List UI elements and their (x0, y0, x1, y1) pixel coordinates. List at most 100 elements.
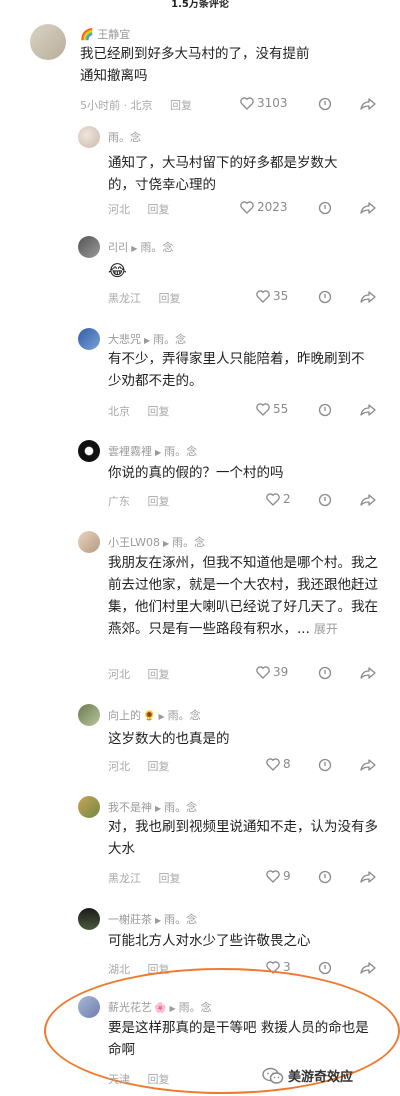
like-count: 8 (283, 757, 291, 771)
dislike-icon[interactable] (318, 870, 332, 884)
comment-text: 😂 (108, 261, 127, 280)
avatar[interactable] (78, 440, 100, 462)
heart-icon (266, 757, 280, 771)
avatar[interactable] (78, 126, 100, 148)
comment-author[interactable]: 我不是神 ▶ 雨。念 (108, 799, 197, 815)
reply-button[interactable]: 回复 (148, 203, 170, 216)
like-button[interactable]: 55 (256, 402, 288, 416)
heart-icon (240, 200, 254, 214)
comment-text: 对，我也刷到视频里说通知不走，认为没有多大水 (108, 819, 378, 857)
comment-author[interactable]: 一榭莊茶 ▶ 雨。念 (108, 911, 197, 927)
share-icon[interactable] (360, 403, 376, 417)
avatar[interactable] (78, 908, 100, 930)
reply-button[interactable]: 回复 (148, 668, 170, 681)
comment-author[interactable]: 小王LW08 ▶ 雨。念 (108, 534, 205, 550)
reply-item: 大悲咒 ▶ 雨。念 有不少，弄得家里人只能陪着，昨晚刷到不少劝都不走的。 北京 回复… (0, 324, 400, 424)
comment-meta: 天津 回复 (108, 1073, 170, 1086)
sunflower-icon: 🌻 (143, 711, 156, 722)
share-icon[interactable] (360, 870, 376, 884)
comment-text: 通知了，大马村留下的好多都是岁数大的，寸侥幸心理的 (108, 155, 338, 193)
like-button[interactable]: 2023 (240, 200, 288, 214)
reply-arrow-icon: ▶ (158, 712, 165, 721)
share-icon[interactable] (360, 201, 376, 215)
avatar[interactable] (78, 796, 100, 818)
comment-author[interactable]: 向上的 🌻 ▶ 雨。念 (108, 707, 201, 723)
heart-icon (256, 665, 270, 679)
reply-item: 小王LW08 ▶ 雨。念 我朋友在涿州，但我不知道他是哪个村。我之前去过他家，就是一… (0, 527, 400, 687)
reply-button[interactable]: 回复 (148, 1073, 170, 1086)
reply-button[interactable]: 回复 (148, 495, 170, 508)
like-count: 35 (273, 289, 289, 303)
watermark: 美游奇效应 (262, 1066, 353, 1085)
reply-item: 雲裡霧裡 ▶ 雨。念 你说的真的假的？一个村的吗 广东 回复 2 (0, 436, 400, 516)
heart-icon (266, 492, 280, 506)
heart-icon (240, 96, 254, 110)
reply-item: 리리 ▶ 雨。念 😂 黑龙江 回复 35 (0, 232, 400, 312)
reply-item: 雨。念 通知了，大马村留下的好多都是岁数大的，寸侥幸心理的 河北 回复 2023 (0, 120, 400, 220)
avatar[interactable] (30, 24, 66, 60)
share-icon[interactable] (360, 290, 376, 304)
reply-arrow-icon: ▶ (169, 1004, 176, 1013)
reply-arrow-icon: ▶ (163, 539, 170, 548)
comment-author[interactable]: 리리 ▶ 雨。念 (108, 239, 173, 255)
reply-button[interactable]: 回复 (170, 99, 192, 112)
comment-meta: 黑龙江 回复 (108, 292, 181, 305)
comment-text: 我朋友在涿州，但我不知道他是哪个村。我之前去过他家，就是一个大农村，我还跟他赶过… (108, 555, 378, 637)
like-button[interactable]: 39 (256, 665, 288, 679)
share-icon[interactable] (360, 97, 376, 111)
avatar[interactable] (78, 996, 100, 1018)
dislike-icon[interactable] (318, 97, 332, 111)
comment-meta: 北京 回复 (108, 405, 170, 418)
wechat-icon (262, 1067, 284, 1084)
comment-meta: 5小时前 · 北京 回复 (80, 97, 192, 113)
comment-text: 要是这样那真的是干等吧 救援人员的命也是命啊 (108, 1020, 369, 1058)
like-count: 55 (273, 402, 289, 416)
comment-author[interactable]: 大悲咒 ▶ 雨。念 (108, 331, 186, 347)
share-icon[interactable] (360, 758, 376, 772)
like-button[interactable]: 35 (256, 289, 288, 303)
like-button[interactable]: 8 (266, 757, 291, 771)
like-button[interactable]: 3103 (240, 96, 288, 110)
comment-meta: 河北 回复 (108, 760, 170, 773)
like-button[interactable]: 9 (266, 869, 291, 883)
comment-text: 有不少，弄得家里人只能陪着，昨晚刷到不少劝都不走的。 (108, 351, 365, 389)
share-icon[interactable] (360, 493, 376, 507)
comment-author[interactable]: 雨。念 (108, 129, 141, 145)
dislike-icon[interactable] (318, 758, 332, 772)
avatar[interactable] (78, 531, 100, 553)
comment-text: 可能北方人对水少了些许敬畏之心 (108, 933, 311, 949)
dislike-icon[interactable] (318, 290, 332, 304)
comment-text: 我已经刷到好多大马村的了，没有提前通知撤离吗 (80, 46, 310, 84)
share-icon[interactable] (360, 961, 376, 975)
dislike-icon[interactable] (318, 666, 332, 680)
comment-meta: 河北 回复 (108, 668, 170, 681)
dislike-icon[interactable] (318, 201, 332, 215)
comment-author[interactable]: 🌈 王静宜 (80, 26, 130, 42)
comment-author[interactable]: 雲裡霧裡 ▶ 雨。念 (108, 443, 197, 459)
flower-icon: 🌸 (154, 1003, 167, 1014)
comment-text: 你说的真的假的？一个村的吗 (108, 465, 284, 481)
reply-button[interactable]: 回复 (148, 760, 170, 773)
comment-author[interactable]: 薪光花艺 🌸 ▶ 雨。念 (108, 999, 212, 1015)
comment-meta: 黑龙江 回复 (108, 872, 181, 885)
avatar[interactable] (78, 328, 100, 350)
reply-item: 向上的 🌻 ▶ 雨。念 这岁数大的也真是的 河北 回复 8 (0, 700, 400, 780)
heart-icon (256, 402, 270, 416)
dislike-icon[interactable] (318, 403, 332, 417)
reply-arrow-icon: ▶ (155, 916, 162, 925)
reply-button[interactable]: 回复 (159, 292, 181, 305)
like-button[interactable]: 2 (266, 492, 291, 506)
expand-link[interactable]: 展开 (314, 622, 338, 636)
reply-button[interactable]: 回复 (148, 405, 170, 418)
dislike-icon[interactable] (318, 493, 332, 507)
like-count: 9 (283, 869, 291, 883)
avatar[interactable] (78, 236, 100, 258)
reply-arrow-icon: ▶ (144, 336, 151, 345)
dislike-icon[interactable] (318, 961, 332, 975)
avatar[interactable] (78, 704, 100, 726)
rainbow-icon: 🌈 (80, 28, 94, 41)
like-count: 2023 (257, 200, 288, 214)
share-icon[interactable] (360, 666, 376, 680)
reply-button[interactable]: 回复 (159, 872, 181, 885)
comment-meta: 广东 回复 (108, 495, 170, 508)
